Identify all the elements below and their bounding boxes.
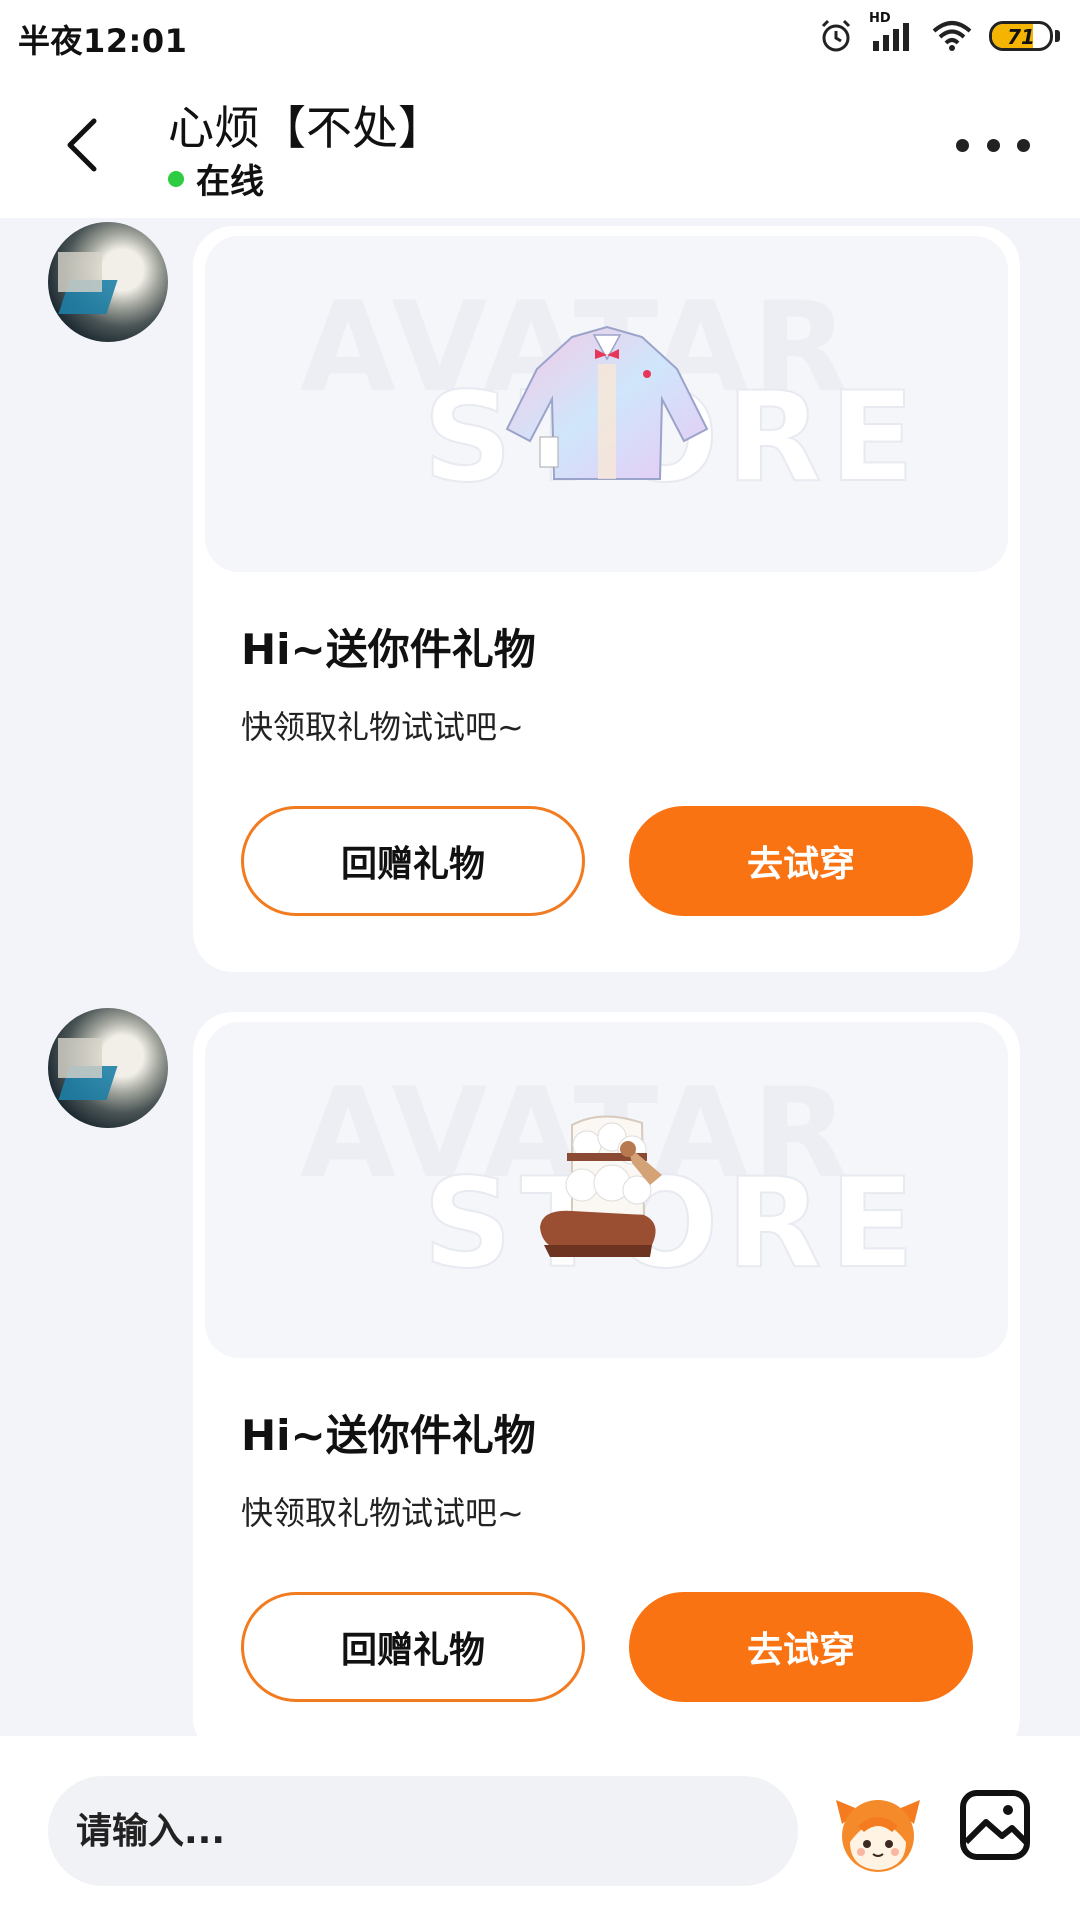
- gift-title: Hi~送你件礼物: [241, 1411, 536, 1460]
- battery-level: 71: [1007, 25, 1035, 49]
- chat-header: 心烦【不处】 在线: [0, 72, 1080, 218]
- status-time: 半夜12:01: [18, 22, 188, 60]
- online-dot-icon: [168, 170, 184, 187]
- try-on-button[interactable]: 去试穿: [629, 1592, 973, 1702]
- image-icon: [960, 1790, 1030, 1860]
- boots-icon: [539, 1115, 662, 1257]
- battery-tip: [1055, 30, 1060, 42]
- more-dot-icon: [986, 138, 1000, 152]
- gift-card: AVATAR STORE: [193, 226, 1020, 972]
- message-list[interactable]: AVATAR STORE: [0, 218, 1080, 1736]
- jacket-icon: [505, 325, 708, 480]
- input-bar: [0, 1736, 1080, 1920]
- return-gift-button[interactable]: 回赠礼物: [241, 1592, 585, 1702]
- back-button[interactable]: [52, 110, 112, 180]
- gift-image[interactable]: AVATAR STORE: [205, 1022, 1008, 1358]
- status-bar: 半夜12:01 HD 71: [0, 0, 1080, 72]
- contact-name: 心烦【不处】: [168, 101, 444, 155]
- status-icons: HD 71: [817, 11, 1060, 58]
- sender-avatar[interactable]: [48, 1008, 168, 1128]
- gift-subtitle: 快领取礼物试试吧~: [241, 1494, 524, 1532]
- gift-subtitle: 快领取礼物试试吧~: [241, 708, 524, 746]
- sender-avatar[interactable]: [48, 222, 168, 342]
- more-button[interactable]: [956, 130, 1030, 160]
- mascot-button[interactable]: [832, 1786, 924, 1878]
- alarm-icon: [817, 17, 855, 55]
- gift-image[interactable]: AVATAR STORE: [205, 236, 1008, 572]
- try-on-button[interactable]: 去试穿: [629, 806, 973, 916]
- message-input-container: [48, 1776, 798, 1886]
- gift-title: Hi~送你件礼物: [241, 625, 536, 674]
- mascot-icon: [836, 1800, 920, 1872]
- wifi-icon: [931, 19, 973, 53]
- signal-icon: HD: [869, 11, 915, 53]
- message-input[interactable]: [76, 1810, 798, 1852]
- online-status-text: 在线: [196, 162, 264, 202]
- more-dot-icon: [1017, 138, 1030, 152]
- more-dot-icon: [956, 138, 969, 152]
- network-label: HD: [869, 11, 891, 26]
- chevron-left-icon: [67, 118, 97, 172]
- image-picker-button[interactable]: [958, 1788, 1032, 1862]
- return-gift-button[interactable]: 回赠礼物: [241, 806, 585, 916]
- online-status: 在线: [168, 154, 264, 203]
- battery-icon: 71: [989, 21, 1053, 51]
- gift-card: AVATAR STORE Hi~送你件礼物 快领取礼物试试: [193, 1012, 1020, 1736]
